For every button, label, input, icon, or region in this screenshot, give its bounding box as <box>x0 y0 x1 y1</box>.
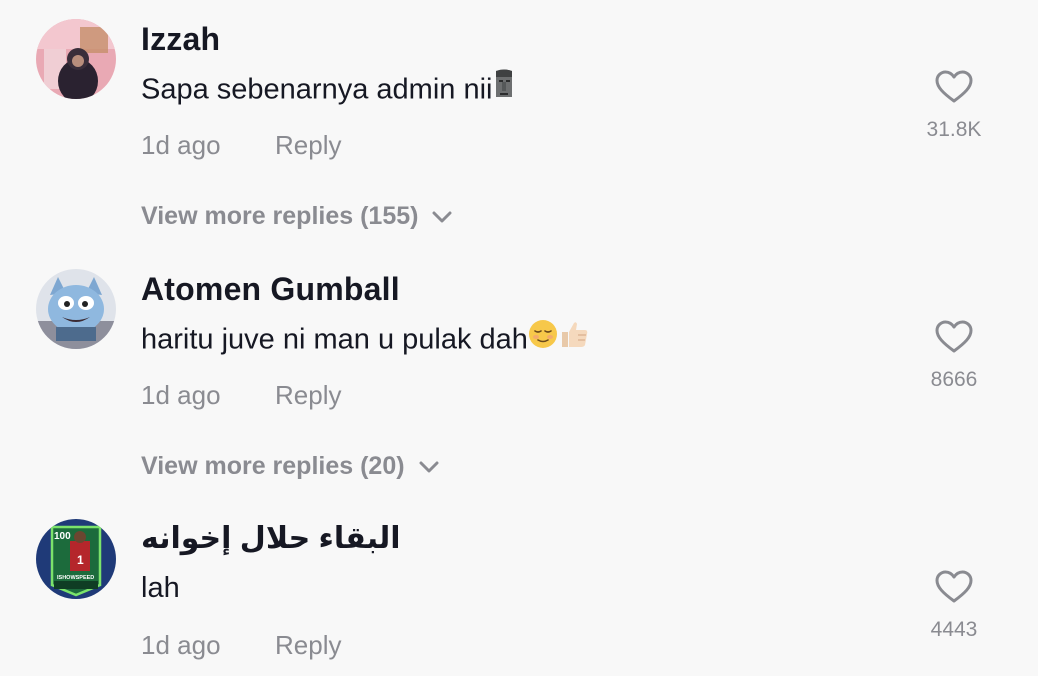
user-avatar[interactable]: 100 1 ISHOWSPEED <box>36 519 116 599</box>
comment-time: 1d ago <box>141 380 221 410</box>
like-control: 31.8K <box>914 70 994 142</box>
comment-time: 1d ago <box>141 130 221 160</box>
like-count: 4443 <box>930 618 978 641</box>
like-control: 4443 <box>914 570 994 642</box>
comment-text: haritu juve ni man u pulak dah <box>141 319 590 360</box>
heart-outline-icon[interactable] <box>935 570 973 604</box>
comment-text: Sapa sebenarnya admin nii <box>141 69 516 110</box>
card-rating: 100 <box>54 531 71 542</box>
player-card-avatar: 100 1 ISHOWSPEED <box>36 519 116 599</box>
comment-text: lah <box>141 572 180 604</box>
like-count: 31.8K <box>926 118 982 141</box>
reply-button[interactable]: Reply <box>275 380 341 411</box>
card-name: ISHOWSPEED <box>57 575 94 581</box>
heart-outline-icon[interactable] <box>935 70 973 104</box>
view-more-replies-button[interactable]: View more replies (155) <box>141 202 452 232</box>
comment-meta: 1d ago Reply <box>141 130 341 161</box>
comment-time: 1d ago <box>141 630 221 660</box>
comment-meta: 1d ago Reply <box>141 380 341 411</box>
comment-list: Izzah Sapa sebenarnya admin nii 1d ago R… <box>0 0 1038 676</box>
cartoon-cat-avatar <box>36 269 116 349</box>
relieved-face-emoji <box>528 319 558 357</box>
moai-emoji <box>492 69 516 107</box>
username[interactable]: Atomen Gumball <box>141 271 400 308</box>
user-avatar[interactable] <box>36 269 116 349</box>
comment-meta: 1d ago Reply <box>141 630 341 661</box>
view-more-replies-button[interactable]: View more replies (20) <box>141 452 439 482</box>
reply-button[interactable]: Reply <box>275 630 341 661</box>
user-photo-avatar <box>36 19 116 99</box>
reply-button[interactable]: Reply <box>275 130 341 161</box>
like-count: 8666 <box>930 368 978 391</box>
heart-outline-icon[interactable] <box>935 320 973 354</box>
card-number: 1 <box>77 553 84 567</box>
chevron-down-icon <box>419 451 439 480</box>
user-avatar[interactable] <box>36 19 116 99</box>
username[interactable]: Izzah <box>141 21 220 58</box>
like-control: 8666 <box>914 320 994 392</box>
username[interactable]: البقاء حلال إخوانه <box>141 521 401 556</box>
chevron-down-icon <box>432 201 452 230</box>
thumbs-up-emoji <box>558 319 590 357</box>
